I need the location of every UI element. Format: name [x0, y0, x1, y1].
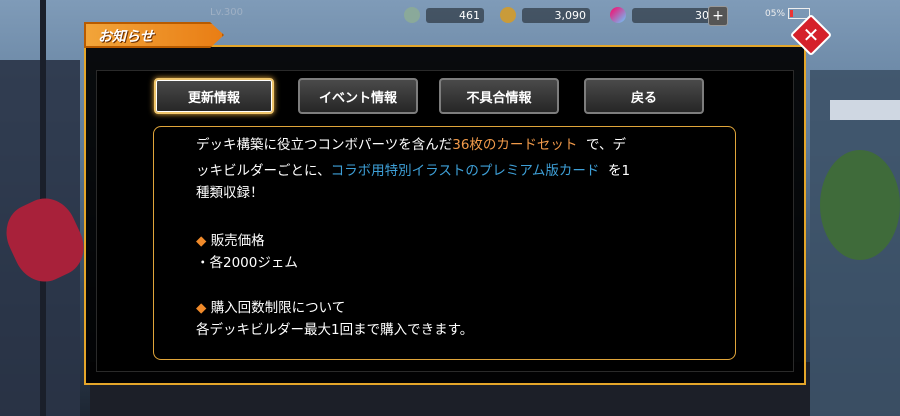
content-line-3: 種類収録！: [196, 185, 264, 201]
content-text: ッキビルダーごとに、: [196, 163, 331, 179]
gold-stack-icon: [500, 7, 516, 23]
close-icon: ✕: [802, 23, 820, 47]
diamond-bullet-icon: ◆: [196, 300, 207, 316]
tab-event-info[interactable]: イベント情報: [298, 78, 418, 114]
background-tree: [820, 150, 900, 260]
tab-bug-info[interactable]: 不具合情報: [439, 78, 559, 114]
notice-tabs: 更新情報 イベント情報 不具合情報 戻る: [154, 78, 706, 116]
section-limit-title: 購入回数制限について: [210, 300, 346, 316]
back-button[interactable]: 戻る: [584, 78, 704, 114]
content-text: を1: [608, 163, 631, 179]
resource-coins: 461: [404, 6, 484, 24]
coin-icon: [404, 7, 420, 23]
content-line-2: ッキビルダーごとに、コラボ用特別イラストのプレミアム版カード を1: [196, 160, 630, 182]
section-price-item: ・各2000ジェム: [196, 255, 298, 271]
diamond-bullet-icon: ◆: [196, 233, 207, 249]
highlight-card-set: 36枚のカードセット: [452, 137, 578, 153]
resource-gold: 3,090: [500, 6, 590, 24]
content-text: デッキ構築に役立つコンボパーツを含んだ: [196, 137, 453, 153]
resource-coins-value: 461: [426, 7, 484, 23]
background-sign: [830, 100, 900, 120]
highlight-premium-card: コラボ用特別イラストのプレミアム版カード: [330, 163, 600, 179]
gem-icon: [610, 7, 626, 23]
dialog-title-tab: お知らせ: [84, 22, 224, 48]
battery-percent: 05%: [765, 9, 786, 19]
dialog-title: お知らせ: [98, 29, 154, 45]
add-gems-button[interactable]: +: [708, 6, 728, 26]
tab-update-info[interactable]: 更新情報: [154, 78, 274, 114]
section-limit-item: 各デッキビルダー最大1回まで購入できます。: [196, 322, 474, 338]
section-price-title: 販売価格: [210, 233, 265, 249]
resource-gold-value: 3,090: [522, 7, 590, 23]
resource-gems-value: 300: [632, 7, 720, 23]
player-level: Lv.300: [210, 7, 243, 18]
resource-gems: 300: [610, 6, 720, 24]
content-line-1: デッキ構築に役立つコンボパーツを含んだ36枚のカードセット で、デ: [196, 134, 626, 156]
section-limit-heading: ◆ 購入回数制限について: [196, 297, 345, 319]
section-price-heading: ◆ 販売価格: [196, 230, 265, 252]
notice-content: デッキ構築に役立つコンボパーツを含んだ36枚のカードセット で、デ ッキビルダー…: [153, 126, 736, 360]
battery-indicator: 05%: [765, 8, 811, 19]
content-text: で、デ: [586, 137, 626, 153]
